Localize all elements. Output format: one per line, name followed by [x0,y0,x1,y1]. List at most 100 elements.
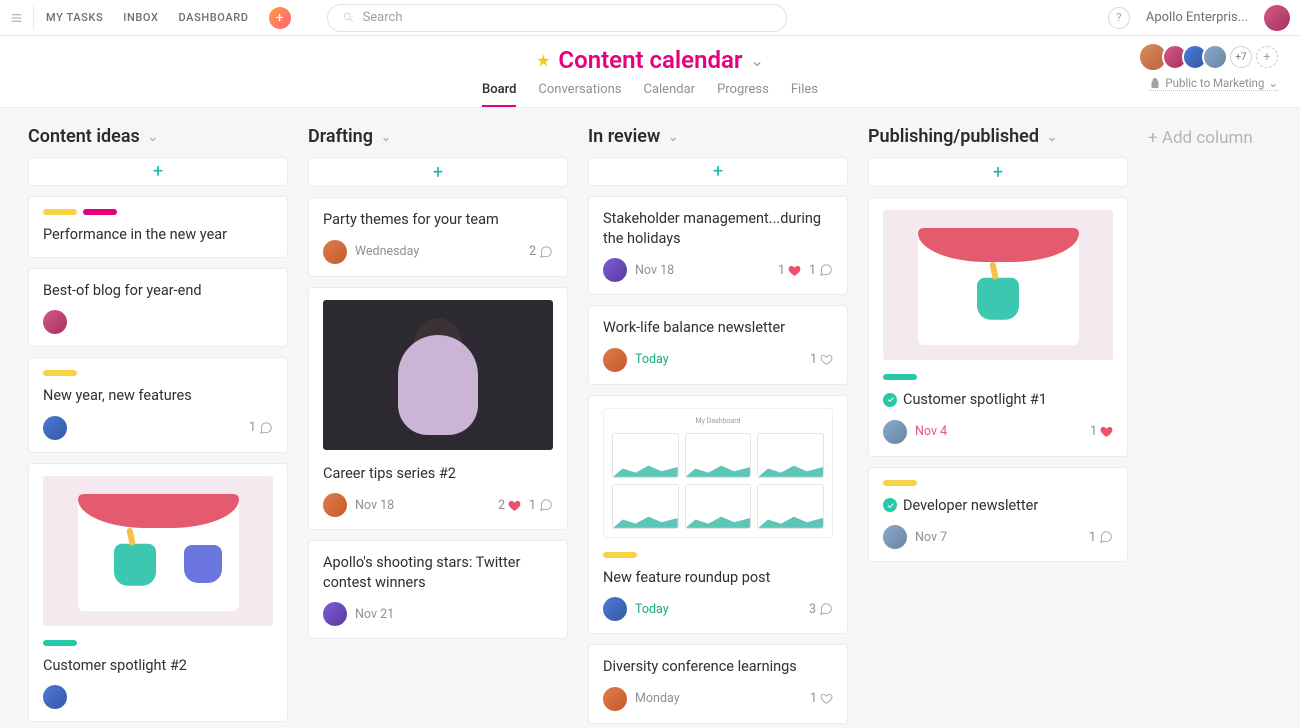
card-title: Customer spotlight #1 [903,390,1047,410]
member-avatar[interactable] [1202,44,1228,70]
tag [603,552,637,558]
card[interactable]: Customer spotlight #1 Nov 41 [868,197,1128,457]
card-tags [883,374,1113,380]
column-header[interactable]: Publishing/published⌄ [868,126,1128,147]
global-create-button[interactable]: + [269,7,291,29]
card-date: Nov 7 [915,530,947,545]
card-title: Performance in the new year [43,225,273,245]
card-meta: Today 3 [603,597,833,621]
card-title: Party themes for your team [323,210,553,230]
add-card-button[interactable]: + [588,157,848,186]
menu-button[interactable] [10,6,34,30]
assignee-avatar[interactable] [323,240,347,264]
tag [883,374,917,380]
card[interactable]: Party themes for your team Wednesday2 [308,197,568,277]
comments-count[interactable]: 1 [249,420,273,435]
card[interactable]: Diversity conference learningsMonday1 [588,644,848,724]
add-member-button[interactable]: + [1256,46,1278,68]
assignee-avatar[interactable] [43,416,67,440]
add-column-button[interactable]: + Add column [1148,126,1300,728]
card-cover-image [883,210,1113,360]
card-meta: Nov 1821 [323,493,553,517]
add-card-button[interactable]: + [868,157,1128,187]
card-meta: Wednesday2 [323,240,553,264]
project-title[interactable]: Content calendar [558,46,742,74]
tab-conversations[interactable]: Conversations [538,82,621,107]
card-title: Apollo's shooting stars: Twitter contest… [323,553,553,592]
help-button[interactable]: ? [1108,7,1130,29]
add-card-button[interactable]: + [28,157,288,186]
card[interactable]: Work-life balance newsletterToday1 [588,305,848,385]
nav-inbox[interactable]: INBOX [123,11,158,24]
chevron-down-icon: ⌄ [1268,76,1278,90]
likes-count[interactable]: 1 [810,352,833,367]
card[interactable]: New year, new features 1 [28,357,288,453]
assignee-avatar[interactable] [43,310,67,334]
card[interactable]: Career tips series #2 Nov 1821 [308,287,568,531]
likes-count[interactable]: 2 [498,498,521,513]
card-date: Nov 21 [355,607,394,622]
likes-count[interactable]: 1 [810,691,833,706]
search-input[interactable]: Search [327,4,787,32]
tab-progress[interactable]: Progress [717,82,769,107]
nav-my-tasks[interactable]: MY TASKS [46,11,103,24]
chevron-down-icon[interactable]: ⌄ [668,130,678,144]
project-header: ★ Content calendar ⌄ Board Conversations C… [0,36,1300,108]
project-menu-chevron[interactable]: ⌄ [751,51,764,70]
project-visibility[interactable]: Public to Marketing ⌄ [1149,76,1278,91]
assignee-avatar[interactable] [883,420,907,444]
card-title: Developer newsletter [903,496,1038,516]
comments-count[interactable]: 1 [809,263,833,278]
comments-count[interactable]: 2 [529,244,553,259]
column-header[interactable]: Content ideas⌄ [28,126,288,147]
likes-count[interactable]: 1 [778,263,801,278]
tab-files[interactable]: Files [791,82,818,107]
column-header[interactable]: Drafting⌄ [308,126,568,147]
assignee-avatar[interactable] [603,687,627,711]
chevron-down-icon[interactable]: ⌄ [1047,130,1057,144]
assignee-avatar[interactable] [603,348,627,372]
star-icon[interactable]: ★ [536,51,550,70]
assignee-avatar[interactable] [603,597,627,621]
comments-count[interactable]: 1 [1089,530,1113,545]
likes-count[interactable]: 1 [1090,424,1113,439]
assignee-avatar[interactable] [43,685,67,709]
user-avatar[interactable] [1264,5,1290,31]
comments-count[interactable]: 3 [809,602,833,617]
tab-calendar[interactable]: Calendar [643,82,695,107]
card-date: Today [635,602,669,617]
card-list: Party themes for your team Wednesday2 Care… [308,197,568,659]
add-card-button[interactable]: + [308,157,568,187]
top-nav-links: MY TASKS INBOX DASHBOARD [46,11,249,24]
member-overflow-count[interactable]: +7 [1230,46,1252,68]
project-members: +7 + [1138,42,1278,72]
chevron-down-icon[interactable]: ⌄ [148,130,158,144]
card-meta: Nov 7 1 [883,525,1113,549]
workspace-name[interactable]: Apollo Enterpris... [1146,10,1248,25]
nav-dashboard[interactable]: DASHBOARD [179,11,249,24]
card[interactable]: Apollo's shooting stars: Twitter contest… [308,540,568,639]
card-title: Stakeholder management...during the holi… [603,209,833,248]
assignee-avatar[interactable] [883,525,907,549]
tag [83,209,117,215]
column-header[interactable]: In review ⌄ [588,126,848,147]
card-meta: Nov 41 [883,420,1113,444]
assignee-avatar[interactable] [323,602,347,626]
card[interactable]: Customer spotlight #2 [28,463,288,723]
card-title: New year, new features [43,386,273,406]
assignee-avatar[interactable] [323,493,347,517]
card-title: Career tips series #2 [323,464,553,484]
tab-board[interactable]: Board [482,82,516,107]
card[interactable]: Best-of blog for year-end [28,268,288,348]
top-bar: MY TASKS INBOX DASHBOARD + Search ? Apol… [0,0,1300,36]
visibility-label: Public to Marketing [1165,76,1264,90]
comments-count[interactable]: 1 [529,498,553,513]
column-title: In review [588,126,660,147]
card[interactable]: Performance in the new year [28,196,288,258]
card-title: Customer spotlight #2 [43,656,273,676]
card[interactable]: Stakeholder management...during the holi… [588,196,848,295]
chevron-down-icon[interactable]: ⌄ [381,130,391,144]
card[interactable]: My DashboardNew feature roundup postToda… [588,395,848,635]
assignee-avatar[interactable] [603,258,627,282]
card[interactable]: Developer newsletter Nov 7 1 [868,467,1128,563]
